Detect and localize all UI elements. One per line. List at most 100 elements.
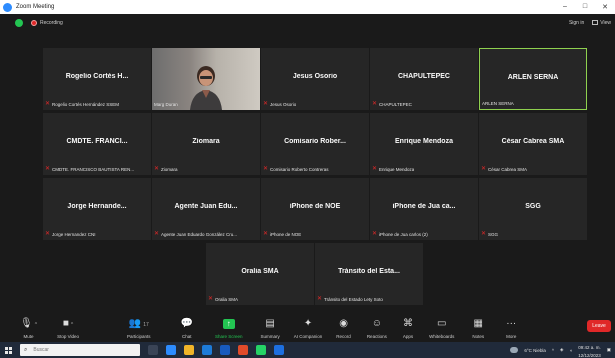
mic-muted-icon: ✕ [263,166,269,172]
network-icon[interactable]: ◈ [560,347,563,353]
stop-video-button[interactable]: ■ ^ Stop Video [57,313,79,339]
participant-name: ARLEN SERNA [507,74,559,81]
leave-button[interactable]: Leave [587,320,611,332]
grid-view-icon [592,20,599,26]
participant-tile[interactable]: SGG ✕ SGG [479,178,587,240]
mic-muted-icon: ✕ [208,296,214,302]
participant-caption: SGG [488,231,499,237]
mic-muted-icon: ✕ [45,101,51,107]
participant-caption: Agente Juan Eduardo González Cru... [161,231,238,237]
participant-name: Jorge Hernande... [67,203,127,210]
participant-tile[interactable]: Enrique Mendoza ✕ Enrique Mendoza [370,113,478,175]
participant-name: César Cabrea SMA [501,138,565,145]
participant-name: iPhone de NOE [289,203,341,210]
whiteboards-button[interactable]: ▭ Whiteboards [429,313,454,339]
windows-start-icon[interactable] [5,346,12,354]
participant-tile[interactable]: CMDTE. FRANCI... ✕ CMDTE. FRANCISCO BAUTI… [43,113,151,175]
edge-browser-icon[interactable] [202,345,212,355]
notifications-icon[interactable]: ▣ [607,347,611,353]
chrome-browser-icon[interactable] [238,345,248,355]
participant-caption: CMDTE. FRANCISCO BAUTISTA REN... [52,166,135,172]
meeting-info-bar: Recording Sign in View [0,14,615,32]
share-screen-icon: ↑ [222,319,235,329]
sparkle-icon: ✦ [303,318,313,329]
chat-button[interactable]: 💬 Chat [181,313,193,339]
mic-muted-icon: ✕ [372,101,378,107]
window-title: Zoom Meeting [16,4,55,10]
participant-caption: César Cabrea SMA [488,166,528,172]
word-app-icon[interactable] [220,345,230,355]
windows-taskbar: ⌕ 6°C Niebla ^ ◈ ◖ 09:42 a. m. 12/12/202… [0,342,615,358]
participant-tile[interactable]: iPhone de NOE ✕ iPhone de NOE [261,178,369,240]
taskbar-search-input[interactable] [33,347,114,353]
search-icon: ⌕ [24,346,28,353]
mic-muted-icon: ✕ [317,296,323,302]
participant-tile[interactable]: CHAPULTEPEC ✕ CHAPULTEPEC [370,48,478,110]
participant-tile[interactable]: César Cabrea SMA ✕ César Cabrea SMA [479,113,587,175]
notes-button[interactable]: ▦ Notes [472,313,484,339]
mic-muted-icon: ✕ [45,166,51,172]
mic-muted-icon: ✕ [481,166,487,172]
participant-tile[interactable]: Oralia SMA ✕ Oralia SMA [206,243,314,305]
file-explorer-icon[interactable] [184,345,194,355]
participant-tile[interactable]: Jorge Hernande... ✕ Jorge Hernandez CNI [43,178,151,240]
taskbar-search[interactable]: ⌕ [20,344,140,356]
tray-overflow-icon[interactable]: ^ [552,348,554,353]
view-button[interactable]: View [592,20,611,26]
summary-button[interactable]: ▤ Summary [261,313,280,339]
apps-button[interactable]: ⌘ Apps [403,313,413,339]
active-speaker-tile[interactable]: ARLEN SERNA ARLEN SERNA [479,48,587,110]
minimize-button[interactable]: – [555,3,575,11]
record-icon: ◉ [339,318,348,329]
mic-muted-icon: ✕ [372,166,378,172]
recording-label: Recording [40,20,63,26]
participant-name: iPhone de Jua ca... [392,203,456,210]
maximize-button[interactable]: □ [575,3,595,11]
chat-bubble-icon: 💬 [180,318,193,329]
volume-icon[interactable]: ◖ [569,348,572,353]
participant-tile[interactable]: Jesus Osorio ✕ Jesus Osorio [261,48,369,110]
participant-grid: Rogelio Cortés H... ✕ Rogelio Cortés Hern… [0,32,615,312]
participants-button[interactable]: 👥 17 Participants [127,313,151,339]
taskbar-clock[interactable]: 09:42 a. m. 12/12/2023 [578,342,601,358]
recording-icon [31,20,37,26]
participant-caption: Jesus Osorio [270,101,297,107]
participant-tile[interactable]: Ziomara ✕ Ziomara [152,113,260,175]
mic-muted-icon: ✕ [263,101,269,107]
mic-muted-icon: ✕ [45,231,51,237]
participant-name: Ziomara [192,138,220,145]
participant-tile[interactable]: Rogelio Cortés H... ✕ Rogelio Cortés Hern… [43,48,151,110]
microphone-icon: 🎙 ^ [20,318,38,329]
ai-companion-button[interactable]: ✦ AI Companion [294,313,323,339]
whatsapp-icon[interactable] [256,345,266,355]
share-screen-button[interactable]: ↑ Share Screen [215,313,243,339]
participant-tile[interactable]: Agente Juan Edu... ✕ Agente Juan Eduardo … [152,178,260,240]
participant-name: Enrique Mendoza [395,138,453,145]
clock-date: 12/12/2023 [578,353,601,358]
close-button[interactable]: ✕ [595,3,615,11]
zoom-window: Zoom Meeting – □ ✕ Recording Sign in Vie… [0,0,615,358]
more-button[interactable]: ··· More [506,313,516,339]
meeting-toolbar: 🎙 ^ Mute ■ ^ Stop Video 👥 17 Participants 💬… [0,312,615,342]
task-view-icon[interactable] [148,345,158,355]
participant-tile[interactable]: iPhone de Jua ca... ✕ iPhone de Jua carlo… [370,178,478,240]
system-tray: 6°C Niebla ^ ◈ ◖ 09:42 a. m. 12/12/2023 … [510,342,611,358]
weather-fog-icon [510,347,519,353]
mic-muted-icon: ✕ [154,166,160,172]
participant-name: SGG [525,203,541,210]
weather-label[interactable]: 6°C Niebla [524,348,546,353]
participant-tile[interactable]: Tránsito del Esta... ✕ Tránsito del Estad… [315,243,423,305]
zoom-app-icon[interactable] [166,345,176,355]
participant-caption: Comisario Roberto Contreras [270,166,329,172]
security-shield-icon[interactable] [15,19,23,27]
participant-tile[interactable]: Comisario Rober... ✕ Comisario Roberto Co… [261,113,369,175]
participant-video-tile[interactable]: Marg Duran [152,48,260,110]
record-button[interactable]: ◉ Record [336,313,351,339]
sign-in-link[interactable]: Sign in [569,20,584,26]
mute-button[interactable]: 🎙 ^ Mute [20,313,37,339]
participant-caption: CHAPULTEPEC [379,101,412,107]
reactions-button[interactable]: ☺ Reactions [367,313,387,339]
video-camera-icon: ■ ^ [62,318,74,329]
participant-name: Tránsito del Esta... [338,268,400,275]
teams-app-icon[interactable] [274,345,284,355]
